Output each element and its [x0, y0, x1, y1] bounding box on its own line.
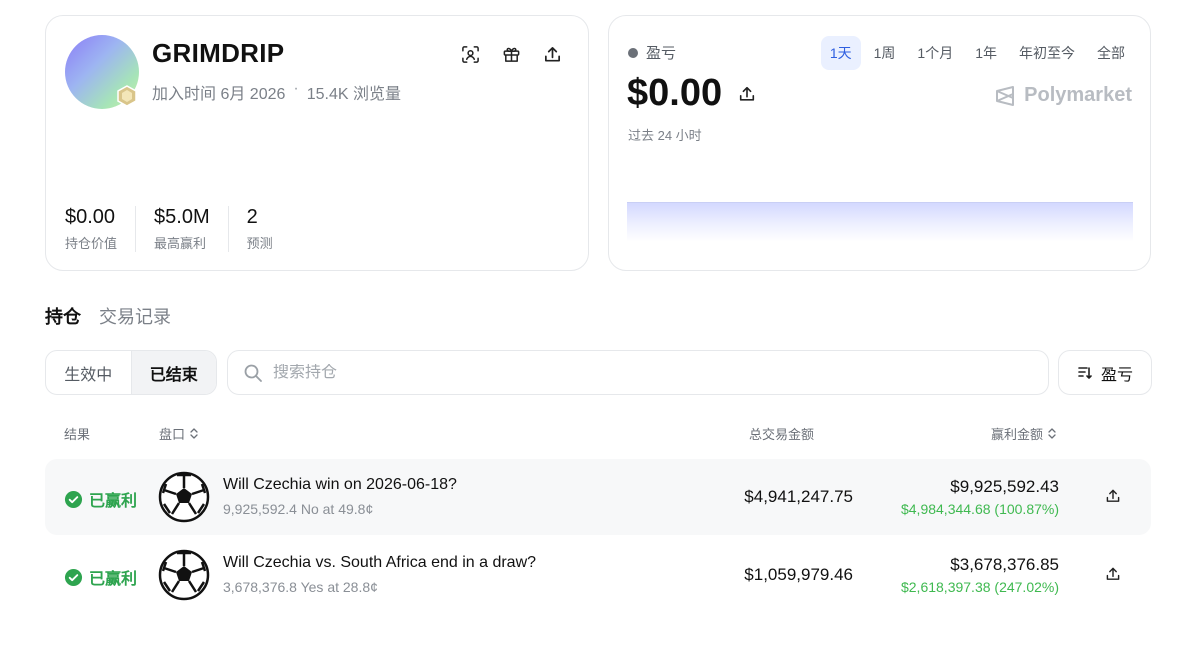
- stat-value: $0.00: [65, 206, 116, 228]
- header-volume-label: 总交易金额: [749, 427, 815, 442]
- sort-button[interactable]: 盈亏: [1058, 350, 1152, 395]
- badge-icon: [117, 85, 137, 107]
- result-label: 已赢利: [89, 571, 138, 588]
- market-title[interactable]: Will Czechia vs. South Africa end in a d…: [223, 554, 536, 572]
- share-icon[interactable]: [540, 42, 564, 66]
- pnl-header: 盈亏: [628, 42, 676, 63]
- stat-label: 持仓价值: [65, 236, 118, 251]
- pnl-chart: [627, 202, 1133, 242]
- polymarket-logo-icon: [996, 85, 1015, 106]
- header-result: 结果: [64, 424, 90, 443]
- result-badge: 已赢利: [64, 565, 137, 589]
- header-pnl[interactable]: 赢利金额: [991, 424, 1057, 443]
- stat-value: 2: [246, 206, 258, 228]
- table-row[interactable]: 已赢利 Will Czechia win on 2026-06-18? 9,92…: [45, 459, 1151, 535]
- header-market-label: 盘口: [159, 427, 186, 442]
- section-tabs: 持仓 交易记录: [45, 303, 171, 329]
- filter-closed[interactable]: 已结束: [130, 351, 216, 394]
- search-box: [227, 350, 1049, 395]
- profit-amount: $2,618,397.38 (247.02%): [900, 579, 1059, 595]
- stat-label: 预测: [246, 236, 273, 251]
- row-share-icon[interactable]: [1103, 564, 1123, 584]
- meta-separator: ·: [293, 80, 299, 97]
- range-1m[interactable]: 1个月: [908, 36, 962, 70]
- search-icon: [244, 364, 262, 382]
- stat-positions-value: $0.00 持仓价值: [65, 206, 137, 252]
- tab-activity[interactable]: 交易记录: [99, 303, 171, 329]
- table-row[interactable]: 已赢利 Will Czechia vs. South Africa end in…: [45, 537, 1151, 613]
- gift-icon[interactable]: [499, 42, 523, 66]
- range-all[interactable]: 全部: [1088, 36, 1134, 70]
- market-position: 9,925,592.4 No at 49.8¢: [223, 501, 374, 517]
- sort-icon: [1078, 366, 1092, 379]
- username: GRIMDRIP: [152, 38, 285, 68]
- header-market[interactable]: 盘口: [159, 424, 199, 443]
- check-circle-icon: [64, 568, 83, 586]
- pnl-title: 盈亏: [646, 45, 677, 62]
- filter-active[interactable]: 生效中: [46, 351, 131, 394]
- stat-predictions: 2 预测: [247, 206, 291, 252]
- row-share-icon[interactable]: [1103, 486, 1123, 506]
- join-date: 加入时间 6月 2026: [152, 86, 286, 103]
- market-title[interactable]: Will Czechia win on 2026-06-18?: [223, 476, 457, 494]
- profit-amount: $4,984,344.68 (100.87%): [900, 501, 1059, 517]
- scan-icon[interactable]: [458, 42, 482, 66]
- range-1w[interactable]: 1周: [865, 36, 905, 70]
- header-pnl-label: 赢利金额: [991, 427, 1044, 442]
- status-dot-icon: [628, 47, 638, 58]
- pnl-period: 过去 24 小时: [628, 128, 702, 143]
- brand-name: Polymarket: [1024, 84, 1132, 106]
- market-position: 3,678,376.8 Yes at 28.8¢: [223, 579, 378, 595]
- sort-chevron-icon: [1048, 428, 1056, 439]
- stat-value: $5.0M: [154, 206, 210, 228]
- stat-biggest-win: $5.0M 最高赢利: [154, 206, 229, 252]
- result-label: 已赢利: [89, 493, 138, 510]
- polymarket-logo: Polymarket: [994, 84, 1132, 107]
- win-amount: $3,678,376.85: [950, 555, 1059, 574]
- pnl-card: 盈亏 1天 1周 1个月 1年 年初至今 全部 $0.00 Polymarket…: [608, 15, 1151, 271]
- soccer-ball-icon: [158, 471, 210, 523]
- header-volume: 总交易金额: [749, 424, 814, 443]
- range-1d[interactable]: 1天: [820, 36, 861, 70]
- profile-stats: $0.00 持仓价值 $5.0M 最高赢利 2 预测: [65, 206, 309, 252]
- pnl-share-icon[interactable]: [736, 83, 758, 105]
- tab-positions[interactable]: 持仓: [45, 303, 81, 329]
- status-filter: 生效中 已结束: [45, 350, 217, 395]
- total-volume: $1,059,979.46: [744, 565, 853, 584]
- range-ytd[interactable]: 年初至今: [1010, 36, 1084, 70]
- profile-meta: 加入时间 6月 2026 · 15.4K 浏览量: [152, 80, 401, 104]
- total-volume: $4,941,247.75: [744, 487, 853, 506]
- result-badge: 已赢利: [64, 487, 137, 511]
- profile-card: GRIMDRIP 加入时间 6月 2026 · 15.4K 浏览量 $0.00 …: [45, 15, 589, 271]
- stat-label: 最高赢利: [154, 236, 207, 251]
- soccer-ball-icon: [158, 549, 210, 601]
- sort-chevron-icon: [190, 428, 198, 439]
- range-1y[interactable]: 1年: [966, 36, 1006, 70]
- check-circle-icon: [64, 490, 83, 508]
- view-count: 15.4K 浏览量: [306, 86, 401, 103]
- pnl-value: $0.00: [627, 72, 723, 114]
- win-amount: $9,925,592.43: [950, 477, 1059, 496]
- sort-label: 盈亏: [1100, 366, 1133, 384]
- range-selector: 1天 1周 1个月 1年 年初至今 全部: [820, 36, 1134, 70]
- search-input[interactable]: [273, 363, 1013, 382]
- header-result-label: 结果: [64, 427, 91, 442]
